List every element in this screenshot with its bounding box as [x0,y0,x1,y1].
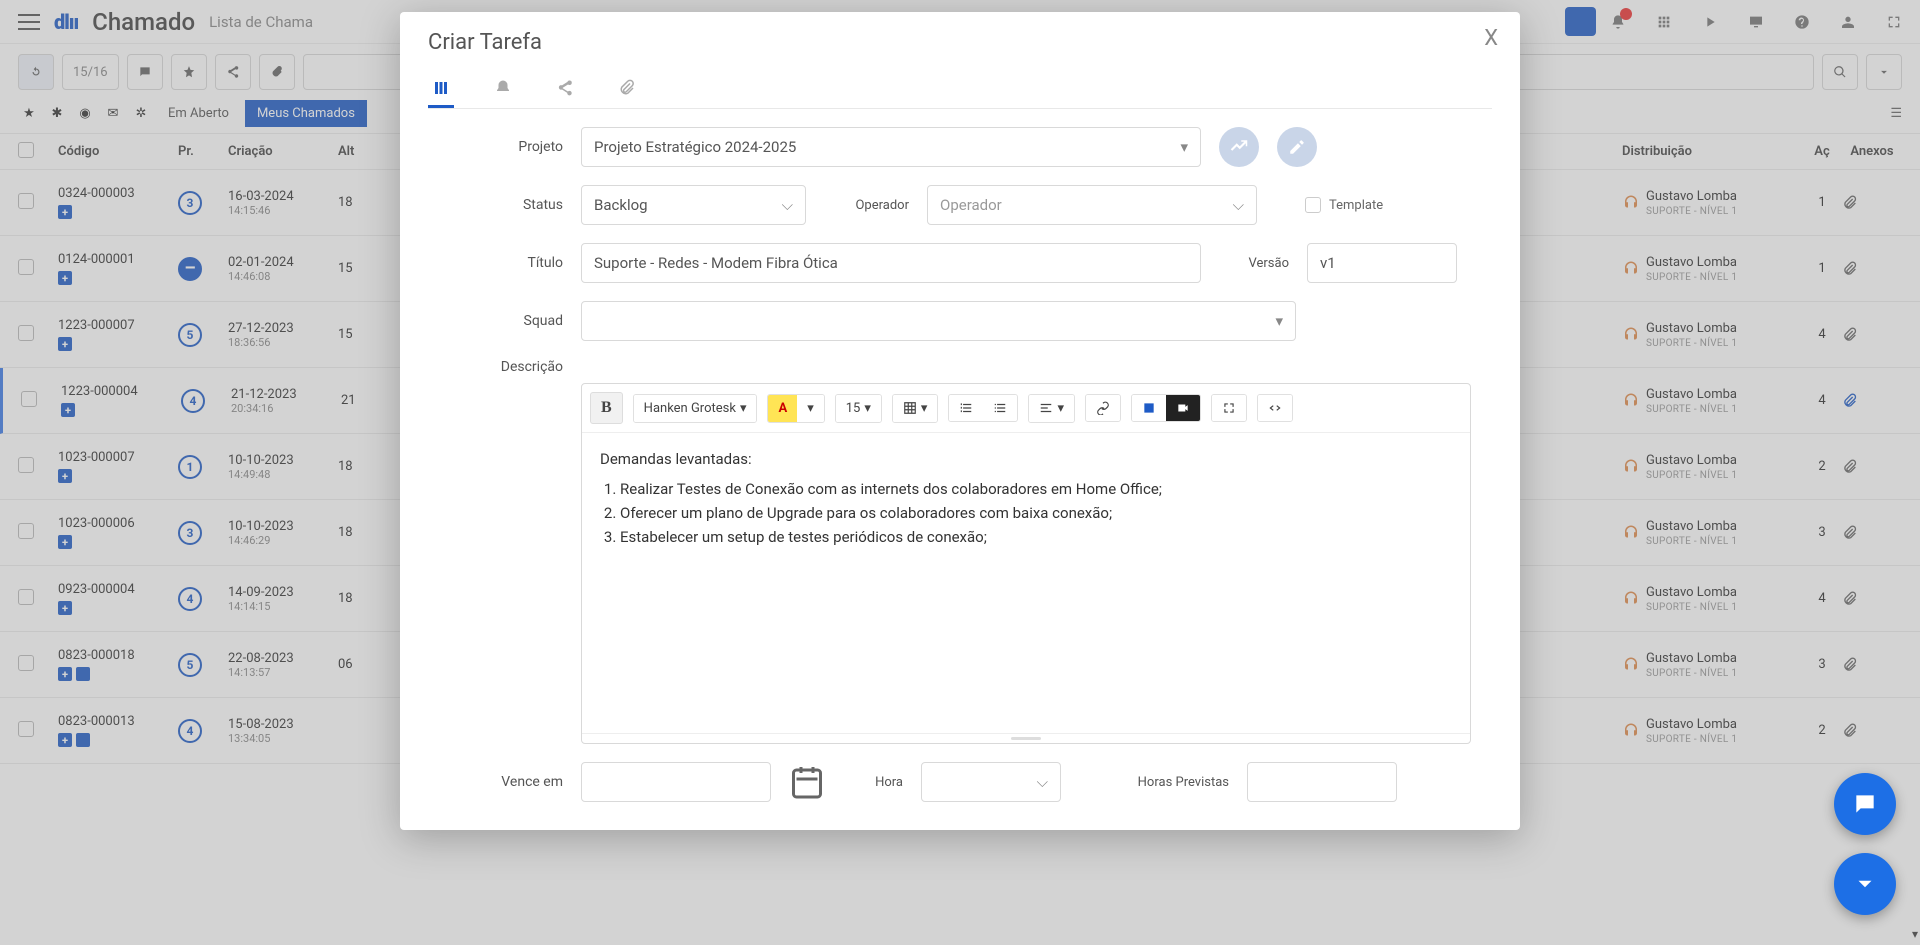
editor-expand-button[interactable] [1212,395,1246,421]
editor-resize-handle[interactable] [582,733,1470,743]
editor-code-button[interactable] [1258,395,1292,421]
scroll-hint: ▾ [1912,927,1918,941]
editor-bold-button[interactable]: B [590,392,623,424]
description-editor: B Hanken Grotesk ▾ A ▾ 15▾ ▾ ▾ [581,383,1471,744]
editor-link-button[interactable] [1086,395,1120,421]
editor-ul-button[interactable] [983,395,1017,421]
label-projeto: Projeto [428,139,563,155]
template-checkbox[interactable] [1305,197,1321,213]
status-select[interactable]: Backlog⌵ [581,185,806,225]
calendar-icon[interactable] [789,764,825,800]
tab-details[interactable] [428,71,454,108]
planned-hours-input[interactable] [1247,762,1397,802]
editor-list-item: Estabelecer um setup de testes periódico… [620,525,1452,549]
label-horas-previstas: Horas Previstas [1079,775,1229,790]
hour-select[interactable]: ⌵ [921,762,1061,802]
label-titulo: Título [428,255,563,271]
tab-share[interactable] [552,71,578,108]
modal-close-button[interactable]: X [1484,26,1498,51]
due-date-input[interactable] [581,762,771,802]
label-vence-em: Vence em [428,774,563,790]
editor-align-button[interactable]: ▾ [1029,395,1074,422]
label-template: Template [1329,198,1383,213]
create-task-modal: Criar Tarefa X Projeto Projeto Estratégi… [400,12,1520,830]
label-squad: Squad [428,313,563,329]
project-edit-button[interactable] [1277,127,1317,167]
editor-font-select[interactable]: Hanken Grotesk ▾ [634,395,757,422]
editor-list-item: Oferecer um plano de Upgrade para os col… [620,501,1452,525]
fab-chat[interactable] [1834,773,1896,835]
editor-ol-button[interactable] [949,395,983,421]
editor-size-select[interactable]: 15▾ [836,395,881,422]
label-descricao: Descrição [428,359,563,375]
tab-attachments[interactable] [614,71,640,108]
modal-title: Criar Tarefa [428,30,1492,55]
editor-video-button[interactable] [1166,395,1200,421]
editor-image-button[interactable] [1132,395,1166,421]
operator-select[interactable]: Operador⌵ [927,185,1257,225]
editor-color-button[interactable]: A [768,395,797,422]
squad-select[interactable]: ▾ [581,301,1296,341]
label-versao: Versão [1219,256,1289,271]
editor-color-caret[interactable]: ▾ [797,395,824,422]
title-input[interactable]: Suporte - Redes - Modem Fibra Ótica [581,243,1201,283]
project-clear-button[interactable] [1219,127,1259,167]
editor-table-button[interactable]: ▾ [893,395,938,422]
fab-scroll-down[interactable] [1834,853,1896,915]
label-operador: Operador [824,198,909,213]
editor-content[interactable]: Demandas levantadas: Realizar Testes de … [582,433,1470,733]
project-select[interactable]: Projeto Estratégico 2024-2025▾ [581,127,1201,167]
version-input[interactable]: v1 [1307,243,1457,283]
tab-notifications[interactable] [490,71,516,108]
editor-list-item: Realizar Testes de Conexão com as intern… [620,477,1452,501]
label-status: Status [428,197,563,213]
label-hora: Hora [843,775,903,790]
